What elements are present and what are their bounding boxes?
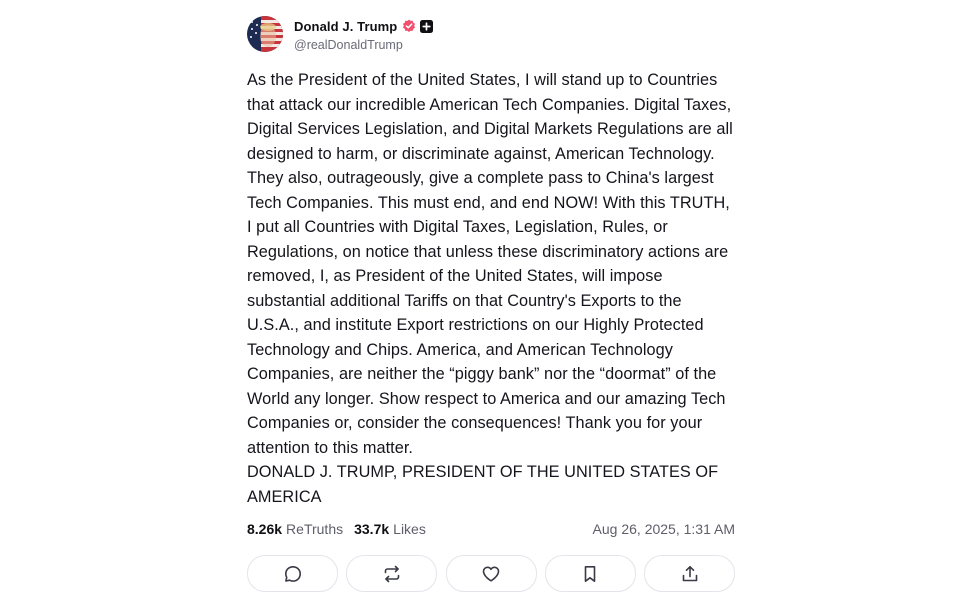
reply-icon <box>283 564 303 584</box>
bookmark-button[interactable] <box>544 555 636 592</box>
engagement-stats: 8.26k ReTruths 33.7k Likes <box>247 521 426 537</box>
name-row: Donald J. Trump <box>294 16 434 36</box>
post-card: Donald J. Trump @realDonaldTrump As the <box>247 14 735 592</box>
reply-button[interactable] <box>247 555 338 592</box>
display-name[interactable]: Donald J. Trump <box>294 19 397 34</box>
likes-label[interactable]: Likes <box>393 521 426 537</box>
likes-count[interactable]: 33.7k <box>354 521 389 537</box>
author-handle[interactable]: @realDonaldTrump <box>294 38 433 52</box>
plus-badge-icon <box>420 19 434 33</box>
retruths-label[interactable]: ReTruths <box>286 521 343 537</box>
bookmark-icon <box>580 564 600 584</box>
post-signature: DONALD J. TRUMP, PRESIDENT OF THE UNITED… <box>247 463 719 506</box>
stats-row: 8.26k ReTruths 33.7k Likes Aug 26, 2025,… <box>247 518 735 540</box>
verified-badge-icon <box>402 19 416 33</box>
share-icon <box>680 564 700 584</box>
heart-icon <box>481 564 501 584</box>
post-paragraph: As the President of the United States, I… <box>247 71 733 457</box>
retruths-count[interactable]: 8.26k <box>247 521 282 537</box>
retruth-icon <box>382 564 402 584</box>
post-body: As the President of the United States, I… <box>247 68 735 509</box>
avatar[interactable] <box>247 16 283 52</box>
share-button[interactable] <box>644 555 735 592</box>
post-header: Donald J. Trump @realDonaldTrump <box>247 14 735 54</box>
like-button[interactable] <box>445 555 537 592</box>
post-timestamp[interactable]: Aug 26, 2025, 1:31 AM <box>593 521 735 537</box>
action-bar <box>247 555 735 592</box>
author-names: Donald J. Trump @realDonaldTrump <box>294 16 434 52</box>
retruth-button[interactable] <box>346 555 438 592</box>
